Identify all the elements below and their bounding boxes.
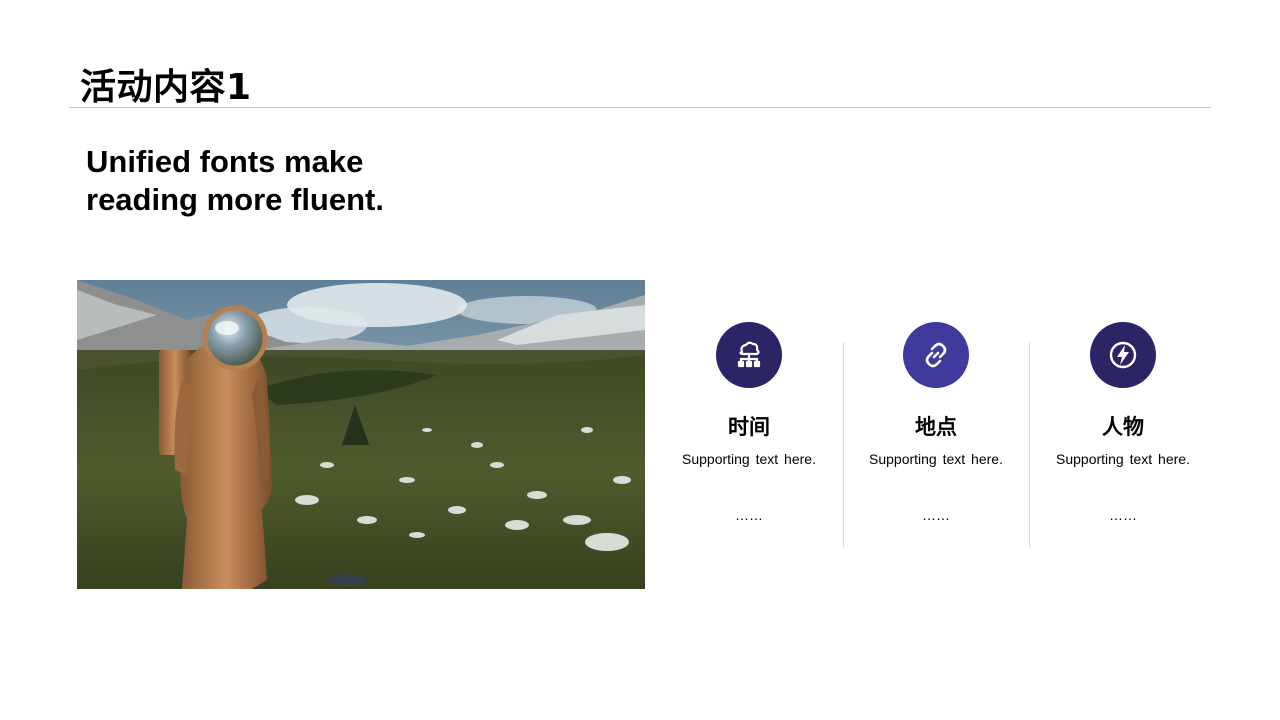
cloud-network-icon: [716, 322, 782, 388]
slide-title: 活动内容1: [80, 67, 252, 108]
info-column-place: 地点 Supporting text here. ……: [843, 322, 1029, 524]
column-title: 时间: [728, 415, 770, 439]
astronaut-photo: [77, 280, 645, 589]
column-ellipsis: ……: [735, 507, 763, 523]
column-text: Supporting text here.: [1056, 451, 1190, 467]
column-ellipsis: ……: [1109, 507, 1137, 523]
column-title: 人物: [1102, 415, 1144, 439]
info-column-time: 时间 Supporting text here. ……: [656, 322, 842, 524]
column-text: Supporting text here.: [869, 451, 1003, 467]
column-ellipsis: ……: [922, 507, 950, 523]
link-icon: [903, 322, 969, 388]
info-column-people: 人物 Supporting text here. ……: [1030, 322, 1216, 524]
headline-text: Unified fonts make reading more fluent.: [86, 144, 384, 217]
column-title: 地点: [915, 415, 957, 439]
lightning-icon: [1090, 322, 1156, 388]
title-divider: [70, 107, 1210, 108]
column-text: Supporting text here.: [682, 451, 816, 467]
